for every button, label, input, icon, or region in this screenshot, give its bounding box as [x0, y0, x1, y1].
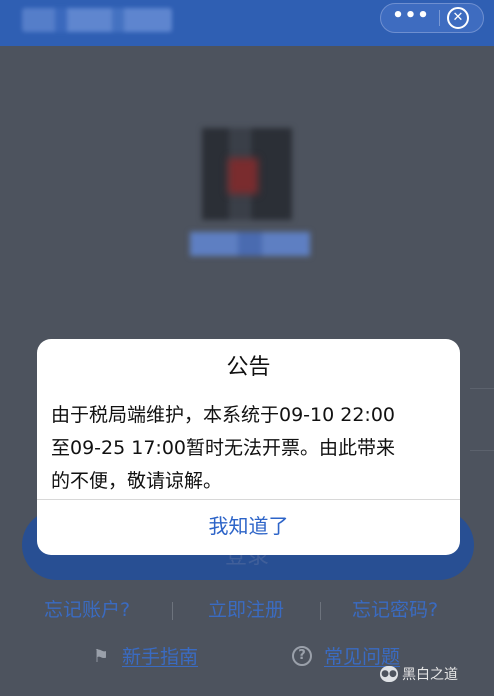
- dialog-title: 公告: [226, 355, 271, 380]
- mini-program-capsule: ••• ✕: [380, 3, 484, 33]
- capsule-divider: [439, 10, 440, 26]
- app-logo-accent: [228, 158, 258, 194]
- top-nav-bar: ••• ✕: [0, 0, 494, 46]
- watermark-text: 黑白之道: [402, 667, 458, 683]
- account-links: 忘记账户? 立即注册 忘记密码?: [0, 596, 494, 626]
- acknowledge-button[interactable]: 我知道了: [37, 500, 460, 555]
- dialog-message-line: 至09-25 17:00暂时无法开票。由此带来: [51, 437, 396, 459]
- guide-icon: ⚑: [92, 646, 110, 667]
- page-title-blurred: [22, 8, 172, 32]
- forgot-account-link[interactable]: 忘记账户?: [44, 596, 130, 624]
- watermark: ●● 黑白之道: [380, 662, 458, 688]
- forgot-password-link[interactable]: 忘记密码?: [352, 596, 438, 624]
- question-circle-icon: ?: [292, 646, 312, 666]
- register-link[interactable]: 立即注册: [208, 596, 284, 624]
- dialog-message: 由于税局端维护，本系统于09-10 22:00 至09-25 17:00暂时无法…: [51, 399, 447, 498]
- announcement-dialog: 公告 由于税局端维护，本系统于09-10 22:00 至09-25 17:00暂…: [37, 339, 460, 555]
- field-divider: [470, 450, 494, 451]
- dialog-message-line: 由于税局端维护，本系统于09-10 22:00: [51, 404, 396, 426]
- app-name-blurred: [190, 232, 310, 256]
- guide-link[interactable]: 新手指南: [122, 644, 198, 670]
- link-divider: [172, 602, 173, 620]
- wechat-icon: ●●: [380, 666, 398, 682]
- close-circle-icon[interactable]: ✕: [447, 7, 469, 29]
- link-divider: [320, 602, 321, 620]
- more-dots-icon[interactable]: •••: [389, 6, 433, 30]
- field-divider: [470, 388, 494, 389]
- dialog-message-line: 的不便，敬请谅解。: [51, 470, 223, 492]
